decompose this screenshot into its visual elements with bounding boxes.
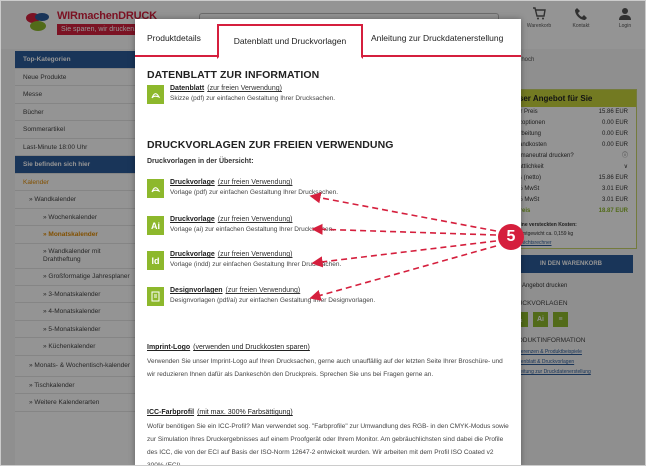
annotation-badge: 5	[498, 224, 524, 250]
screenshot-frame: WIRmachenDRUCK Sie sparen, wir drucken. …	[0, 0, 646, 466]
annotation-arrow-1	[309, 192, 497, 232]
annotation-arrow-3	[311, 240, 497, 268]
annotation-arrow-2	[311, 223, 497, 236]
annotation-arrow-4	[309, 245, 497, 301]
annotation-overlay	[309, 192, 497, 301]
